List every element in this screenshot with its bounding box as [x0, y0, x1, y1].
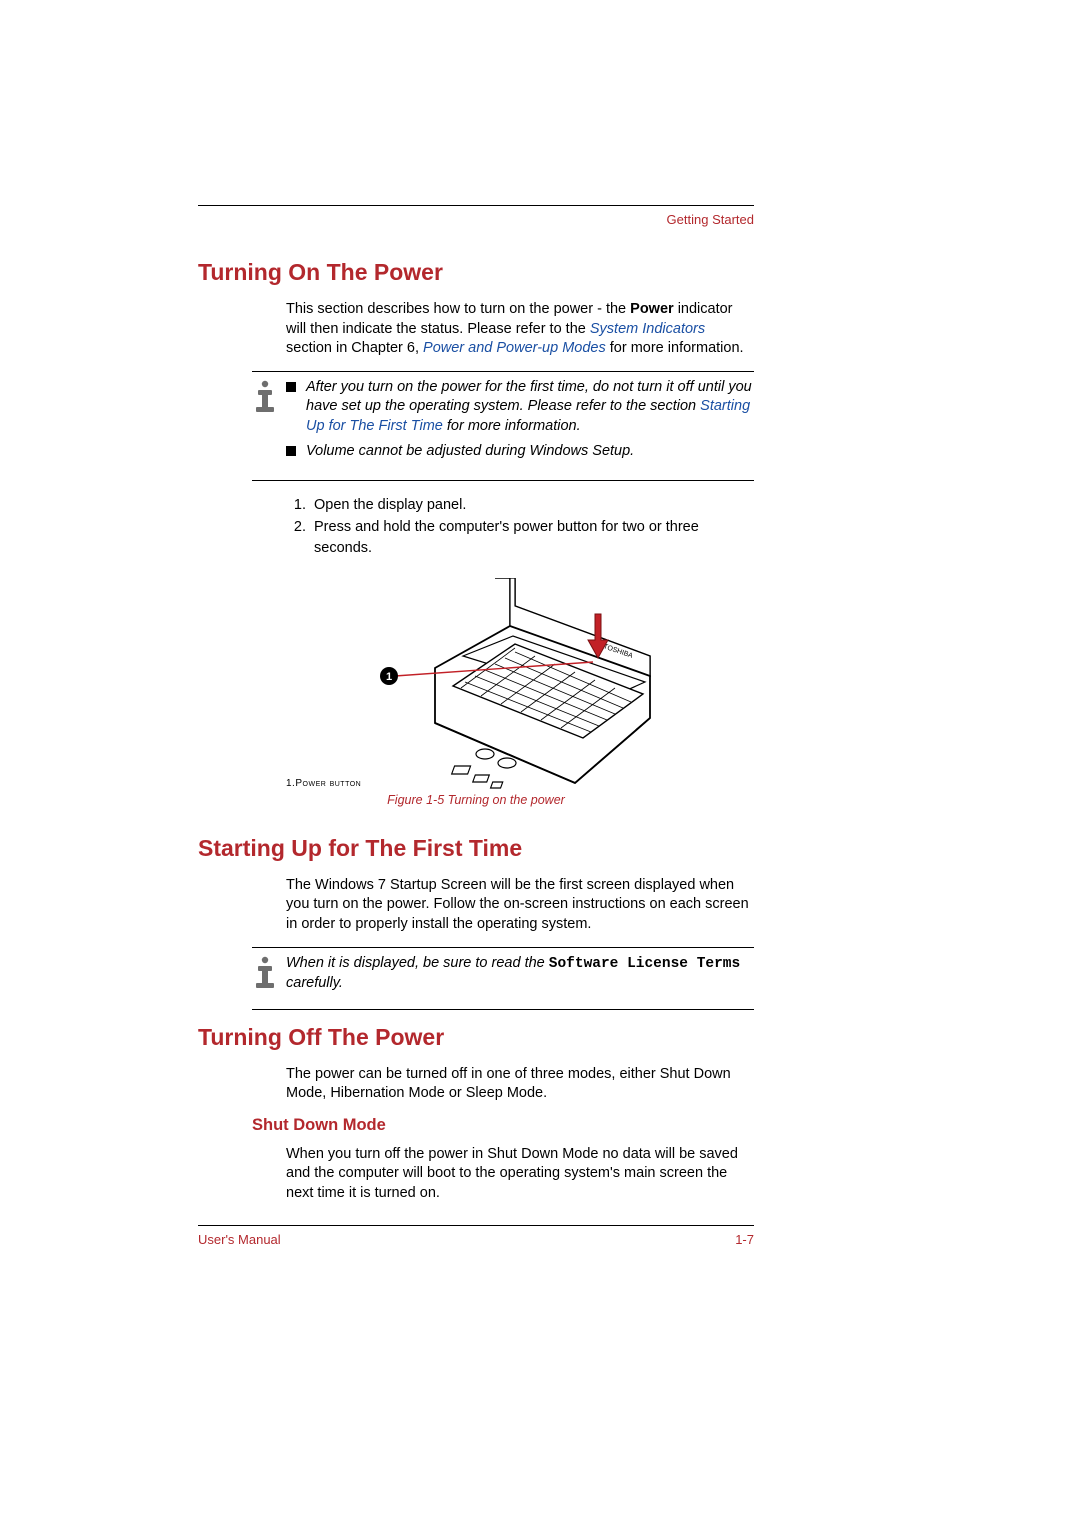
heading-starting-up: Starting Up for The First Time	[198, 835, 754, 862]
fig-legend-num: 1.	[286, 778, 295, 789]
heading-turning-on-power: Turning On The Power	[198, 259, 754, 286]
note1-bullet1: After you turn on the power for the firs…	[306, 378, 754, 437]
footer-rule	[198, 1225, 754, 1226]
s1-steps: 1.Open the display panel. 2.Press and ho…	[286, 495, 754, 558]
figure-legend: 1.Power button	[286, 778, 754, 789]
note2-rule-bottom	[252, 1009, 754, 1010]
figure-1-5: TOSHIBA 1 1.Power button	[286, 578, 754, 789]
heading-turning-off-power: Turning Off The Power	[198, 1024, 754, 1051]
s1-intro-a: This section describes how to turn on th…	[286, 301, 630, 317]
footer: User's Manual 1-7	[198, 1232, 754, 1247]
note2-a: When it is displayed, be sure to read th…	[286, 955, 549, 971]
fig-legend-label: Power button	[295, 778, 361, 789]
step1-text: Open the display panel.	[314, 495, 754, 515]
header-section-label: Getting Started	[198, 212, 754, 227]
s3-sub-paragraph: When you turn off the power in Shut Down…	[286, 1145, 754, 1204]
note2-block: When it is displayed, be sure to read th…	[252, 954, 754, 995]
s2-paragraph: The Windows 7 Startup Screen will be the…	[286, 876, 754, 935]
header-rule	[198, 205, 754, 206]
footer-left: User's Manual	[198, 1232, 281, 1247]
step2-text: Press and hold the computer's power butt…	[314, 517, 754, 558]
note1-b1-a: After you turn on the power for the firs…	[306, 379, 752, 415]
note1-rule-bottom	[252, 480, 754, 481]
s1-intro-d: for more information.	[606, 340, 744, 356]
note1-rule-top	[252, 371, 754, 372]
subheading-shutdown-mode: Shut Down Mode	[252, 1116, 754, 1135]
note1-block: After you turn on the power for the firs…	[252, 378, 754, 466]
link-power-modes[interactable]: Power and Power-up Modes	[423, 340, 606, 356]
s1-intro-paragraph: This section describes how to turn on th…	[286, 300, 754, 359]
s1-intro-bold-power: Power	[630, 301, 674, 317]
note2-b: carefully.	[286, 975, 343, 991]
square-bullet-icon	[286, 382, 296, 392]
laptop-power-illustration: TOSHIBA 1	[375, 578, 665, 790]
note2-text: When it is displayed, be sure to read th…	[286, 954, 754, 995]
note2-mono: Software License Terms	[549, 956, 740, 972]
callout-badge-1: 1	[380, 667, 398, 685]
info-icon	[252, 380, 278, 414]
footer-page-number: 1-7	[735, 1232, 754, 1247]
s1-intro-c: section in Chapter 6,	[286, 340, 423, 356]
figure-caption: Figure 1-5 Turning on the power	[198, 793, 754, 807]
info-icon	[252, 956, 278, 990]
square-bullet-icon	[286, 446, 296, 456]
step-num-1: 1.	[286, 495, 314, 515]
note2-rule-top	[252, 947, 754, 948]
step-num-2: 2.	[286, 517, 314, 558]
link-system-indicators[interactable]: System Indicators	[590, 321, 705, 337]
note1-b1-b: for more information.	[443, 418, 581, 434]
note1-bullet2: Volume cannot be adjusted during Windows…	[306, 442, 754, 462]
svg-text:1: 1	[386, 671, 392, 683]
s3-paragraph: The power can be turned off in one of th…	[286, 1065, 754, 1104]
